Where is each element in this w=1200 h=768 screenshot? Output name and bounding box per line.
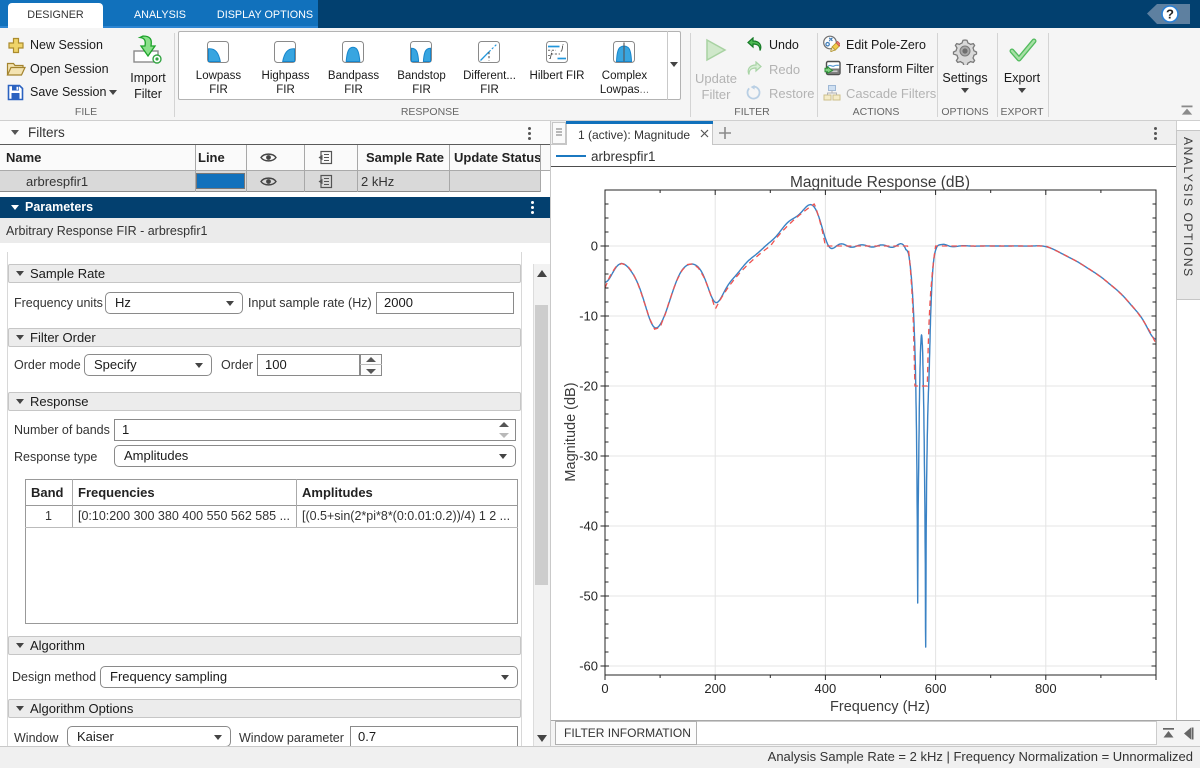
svg-text:-30: -30 [579,449,598,464]
svg-text:-20: -20 [579,379,598,394]
svg-text:Frequency (Hz): Frequency (Hz) [830,699,930,715]
svg-text:600: 600 [925,681,947,696]
svg-text:j: j [561,43,564,52]
svg-text:800: 800 [1035,681,1057,696]
svg-text:-40: -40 [579,519,598,534]
svg-text:-10: -10 [579,309,598,324]
svg-text:400: 400 [815,681,837,696]
svg-text:0: 0 [601,681,608,696]
svg-text:0: 0 [591,239,598,254]
svg-text:200: 200 [704,681,726,696]
svg-text:-60: -60 [579,659,598,674]
svg-text:Magnitude Response (dB): Magnitude Response (dB) [790,174,970,191]
svg-text:Magnitude (dB): Magnitude (dB) [563,382,579,481]
svg-text:-50: -50 [579,589,598,604]
svg-text:-j: -j [548,51,553,60]
svg-text:?: ? [1166,7,1174,22]
